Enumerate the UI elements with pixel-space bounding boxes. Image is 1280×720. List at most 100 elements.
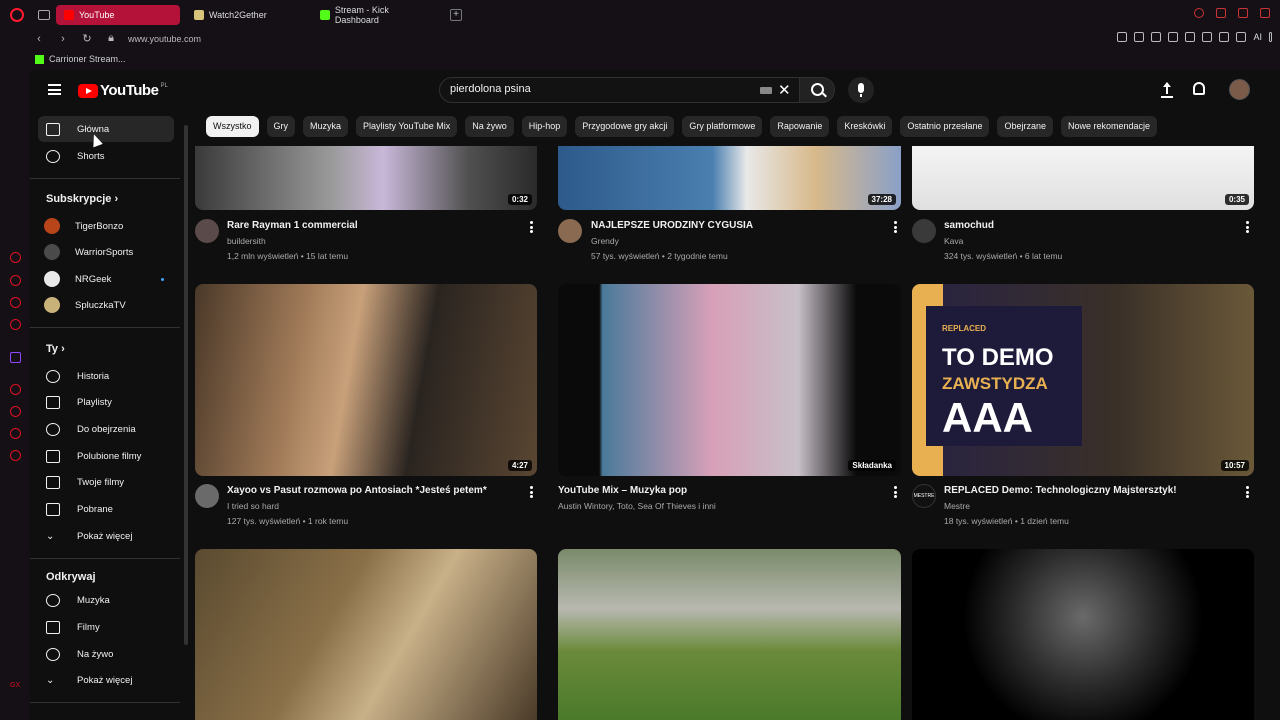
video-thumbnail[interactable]: Składanka <box>558 284 901 476</box>
video-thumbnail[interactable]: 0:32 <box>195 146 537 210</box>
maximize-icon[interactable] <box>1238 8 1248 18</box>
channel-avatar[interactable] <box>558 219 582 243</box>
ai-button[interactable]: AI <box>1253 32 1262 42</box>
video-title[interactable]: Xayoo vs Pasut rozmowa po Antosiach *Jes… <box>227 485 487 496</box>
download-icon[interactable] <box>1236 32 1247 42</box>
bookmark-item[interactable]: Carrioner Stream... <box>49 54 126 64</box>
chip[interactable]: Na żywo <box>465 116 514 137</box>
twitch-icon[interactable] <box>10 297 21 308</box>
chip[interactable]: Ostatnio przesłane <box>900 116 990 137</box>
chip[interactable]: Obejrzane <box>997 116 1053 137</box>
sidebar-item-your-videos[interactable]: Twoje filmy <box>38 469 174 495</box>
video-title[interactable]: samochud <box>944 220 994 231</box>
player-icon[interactable] <box>10 384 21 395</box>
sidebar-item-watch-later[interactable]: Do obejrzenia <box>38 416 174 442</box>
new-tab-button[interactable]: + <box>450 8 462 21</box>
keyboard-icon[interactable] <box>760 87 772 94</box>
chip[interactable]: Hip-hop <box>521 116 568 137</box>
sidebar-item-downloads[interactable]: Pobrane <box>38 496 174 522</box>
sidebar-item-films[interactable]: Filmy <box>38 614 174 640</box>
more-options-icon[interactable] <box>894 486 897 498</box>
messenger-icon[interactable] <box>10 319 21 330</box>
more-options-icon[interactable] <box>894 221 897 233</box>
extensions-icon[interactable] <box>10 428 21 439</box>
back-icon[interactable]: ‹ <box>34 33 44 45</box>
video-title[interactable]: Rare Rayman 1 commercial <box>227 220 358 231</box>
search-tabs-icon[interactable] <box>1194 8 1204 18</box>
channel-name[interactable]: Grendy <box>591 236 619 246</box>
video-thumbnail[interactable] <box>195 549 537 720</box>
minimize-icon[interactable] <box>1216 8 1226 18</box>
sidebar-scrollbar[interactable] <box>184 125 188 645</box>
channel-name[interactable]: Kava <box>944 236 963 246</box>
hamburger-menu-icon[interactable] <box>48 84 61 95</box>
video-thumbnail[interactable]: REPLACED TO DEMO ZAWSTYDZA AAA 10:57 <box>912 284 1254 476</box>
speed-dial-icon[interactable] <box>10 252 21 263</box>
channel-avatar[interactable]: MESTRE <box>912 484 936 508</box>
heart-icon[interactable] <box>1185 32 1196 42</box>
chip[interactable]: Playlisty YouTube Mix <box>356 116 458 137</box>
sidebar-item-spluczkatv[interactable]: SpluczkaTV <box>38 292 174 318</box>
sidebar-item-playlists[interactable]: Playlisty <box>38 389 174 415</box>
video-title[interactable]: NAJLEPSZE URODZINY CYGUSIA <box>591 220 753 231</box>
video-thumbnail[interactable] <box>912 549 1254 720</box>
tab-kick-dashboard[interactable]: Stream - Kick Dashboard <box>312 5 442 25</box>
you-header[interactable]: Ty › <box>46 343 65 355</box>
video-thumbnail[interactable]: 0:35 <box>912 146 1254 210</box>
voice-search-icon[interactable] <box>848 77 874 103</box>
chip[interactable]: Rapowanie <box>770 116 830 137</box>
snapshot-icon[interactable] <box>1134 32 1145 42</box>
more-options-icon[interactable] <box>530 486 533 498</box>
clear-search-icon[interactable]: ✕ <box>778 81 791 99</box>
sidebar-item-home[interactable]: Główna <box>38 116 174 142</box>
tab-watch2gether[interactable]: Watch2Gether <box>186 5 306 25</box>
subscriptions-header[interactable]: Subskrypcje › <box>46 193 118 205</box>
sidebar-item-show-more[interactable]: ⌄ Pokaż więcej <box>38 523 174 549</box>
sidebar-item-show-more-explore[interactable]: ⌄ Pokaż więcej <box>38 667 174 693</box>
twitch-app-icon[interactable] <box>10 352 21 363</box>
chip[interactable]: Wszystko <box>206 116 259 137</box>
channel-name[interactable]: buildersith <box>227 236 266 246</box>
notifications-bell-icon[interactable] <box>1193 82 1205 95</box>
history-icon[interactable] <box>10 406 21 417</box>
more-options-icon[interactable] <box>1246 486 1249 498</box>
account-icon[interactable] <box>1219 32 1230 42</box>
forward-icon[interactable]: › <box>58 33 68 45</box>
chip[interactable]: Gry platformowe <box>682 116 763 137</box>
more-options-icon[interactable] <box>1246 221 1249 233</box>
more-options-icon[interactable] <box>530 221 533 233</box>
reload-icon[interactable]: ↻ <box>82 32 92 45</box>
close-icon[interactable] <box>1260 8 1270 18</box>
sidebar-item-nrgeek[interactable]: NRGeek <box>38 266 174 292</box>
avatar[interactable] <box>1229 79 1250 100</box>
sidebar-item-tigerbonzo[interactable]: TigerBonzo <box>38 213 174 239</box>
sidebar-item-music[interactable]: Muzyka <box>38 587 174 613</box>
sidebar-item-liked[interactable]: Polubione filmy <box>38 443 174 469</box>
channel-name[interactable]: Austin Wintory, Toto, Sea Of Thieves i i… <box>558 501 716 511</box>
chip[interactable]: Nowe rekomendacje <box>1061 116 1158 137</box>
channel-name[interactable]: I tried so hard <box>227 501 279 511</box>
discord-icon[interactable] <box>10 275 21 286</box>
video-title[interactable]: YouTube Mix – Muzyka pop <box>558 485 687 496</box>
video-title[interactable]: REPLACED Demo: Technologiczny Majsterszt… <box>944 485 1177 496</box>
pin-icon[interactable] <box>1117 32 1128 42</box>
channel-avatar[interactable] <box>195 219 219 243</box>
sidebar-item-live[interactable]: Na żywo <box>38 641 174 667</box>
chip[interactable]: Kreskówki <box>837 116 893 137</box>
video-thumbnail[interactable]: 4:27 <box>195 284 537 476</box>
tab-youtube[interactable]: YouTube <box>56 4 180 25</box>
channel-avatar[interactable] <box>912 219 936 243</box>
chip[interactable]: Muzyka <box>303 116 349 137</box>
play-icon[interactable] <box>1168 32 1179 42</box>
cube-icon[interactable] <box>1202 32 1213 42</box>
search-button[interactable] <box>799 77 835 103</box>
menu-icon[interactable] <box>1269 32 1272 42</box>
chip[interactable]: Przygodowe gry akcji <box>575 116 675 137</box>
channel-avatar[interactable] <box>195 484 219 508</box>
settings-icon[interactable] <box>10 450 21 461</box>
url-field[interactable]: www.youtube.com <box>128 34 201 44</box>
youtube-logo[interactable]: YouTube PL <box>78 82 168 99</box>
video-thumbnail[interactable] <box>558 549 901 720</box>
sidebar-item-shorts[interactable]: Shorts <box>38 143 174 169</box>
video-thumbnail[interactable]: 37:28 <box>558 146 901 210</box>
